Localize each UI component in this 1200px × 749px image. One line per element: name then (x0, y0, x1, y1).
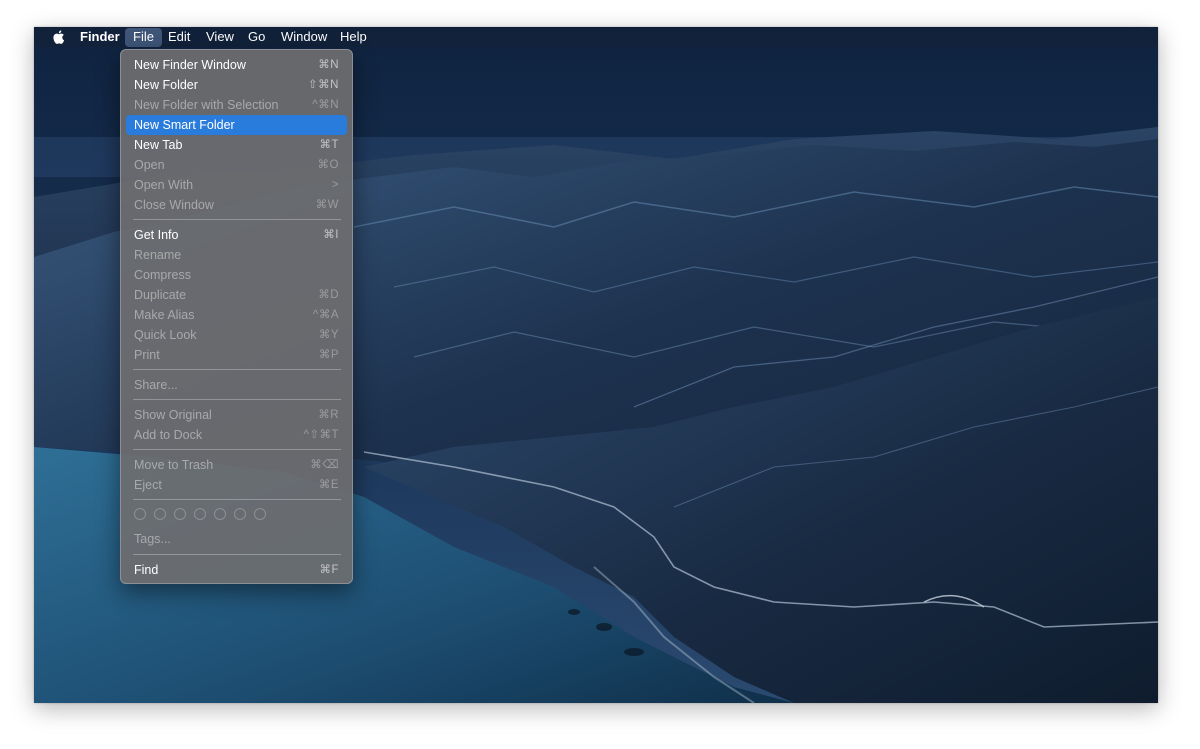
menu-separator (133, 219, 341, 220)
menu-item-shortcut: ⌘E (318, 479, 339, 491)
tag-color-dot-icon[interactable] (234, 508, 246, 520)
menu-item-label: Duplicate (134, 288, 187, 302)
menu-item-shortcut: ⌘⌫ (310, 459, 339, 471)
tag-color-dot-icon[interactable] (254, 508, 266, 520)
menu-item-shortcut: ^⌘N (312, 99, 339, 111)
menu-item-label: Quick Look (134, 328, 197, 342)
desktop-screen: Finder File Edit View Go Window Help New… (34, 27, 1158, 703)
menu-item-shortcut: ⌘O (317, 159, 339, 171)
tag-color-dot-icon[interactable] (174, 508, 186, 520)
menu-item-shortcut: ⌘P (318, 349, 339, 361)
menu-item-shortcut: ⌘N (318, 59, 339, 71)
tag-color-dot-icon[interactable] (154, 508, 166, 520)
menu-item-shortcut: ⌘T (319, 139, 339, 151)
menu-separator (133, 449, 341, 450)
menu-item-label: Close Window (134, 198, 214, 212)
menu-item-label: New Folder (134, 78, 198, 92)
menu-item-shortcut: ⌘F (319, 564, 339, 576)
menu-separator (133, 499, 341, 500)
menu-item-label: Rename (134, 248, 182, 262)
menu-item-new-finder-window[interactable]: New Finder Window ⌘N (126, 55, 347, 75)
menu-separator (133, 399, 341, 400)
menu-item-new-smart-folder[interactable]: New Smart Folder (126, 115, 347, 135)
menu-item-shortcut: ⌘Y (318, 329, 339, 341)
menu-item-label: New Smart Folder (134, 118, 235, 132)
menu-item-tags[interactable]: Tags... (126, 529, 347, 549)
menu-item-quick-look[interactable]: Quick Look ⌘Y (126, 325, 347, 345)
menu-item-label: Add to Dock (134, 428, 203, 442)
tag-color-picker (134, 508, 266, 524)
menu-item-find[interactable]: Find ⌘F (126, 560, 347, 580)
menu-item-label: New Finder Window (134, 58, 246, 72)
menu-item-shortcut: ⌘I (323, 229, 339, 241)
menu-bar: Finder File Edit View Go Window Help (34, 27, 1158, 47)
menu-edit[interactable]: Edit (160, 27, 198, 47)
menu-item-label: Move to Trash (134, 458, 214, 472)
submenu-chevron-icon: > (331, 179, 339, 191)
menu-window[interactable]: Window (273, 27, 335, 47)
menu-item-label: Print (134, 348, 160, 362)
menu-item-close-window[interactable]: Close Window ⌘W (126, 195, 347, 215)
menu-item-rename[interactable]: Rename (126, 245, 347, 265)
menu-item-shortcut: ^⇧⌘T (303, 429, 339, 441)
tag-color-dot-icon[interactable] (214, 508, 226, 520)
menu-item-print[interactable]: Print ⌘P (126, 345, 347, 365)
menu-item-label: Tags... (134, 532, 171, 546)
menu-item-move-to-trash[interactable]: Move to Trash ⌘⌫ (126, 455, 347, 475)
file-menu-dropdown: New Finder Window ⌘N New Folder ⇧⌘N New … (120, 49, 353, 584)
menu-item-new-folder[interactable]: New Folder ⇧⌘N (126, 75, 347, 95)
menu-item-label: Make Alias (134, 308, 195, 322)
menu-item-make-alias[interactable]: Make Alias ^⌘A (126, 305, 347, 325)
apple-logo-icon[interactable] (51, 29, 65, 45)
menu-item-show-original[interactable]: Show Original ⌘R (126, 405, 347, 425)
menu-separator (133, 554, 341, 555)
menu-item-shortcut: ⌘W (315, 199, 339, 211)
menu-finder[interactable]: Finder (72, 27, 128, 47)
menu-item-duplicate[interactable]: Duplicate ⌘D (126, 285, 347, 305)
menu-item-compress[interactable]: Compress (126, 265, 347, 285)
menu-separator (133, 369, 341, 370)
menu-item-label: Share... (134, 378, 178, 392)
menu-item-shortcut: ⌘R (318, 409, 339, 421)
tag-color-dot-icon[interactable] (134, 508, 146, 520)
menu-item-shortcut: ^⌘A (312, 309, 339, 321)
menu-item-get-info[interactable]: Get Info ⌘I (126, 225, 347, 245)
menu-item-label: Compress (134, 268, 191, 282)
menu-view[interactable]: View (198, 27, 242, 47)
menu-item-share[interactable]: Share... (126, 375, 347, 395)
menu-item-shortcut: ⌘D (318, 289, 339, 301)
menu-item-label: New Tab (134, 138, 183, 152)
menu-go[interactable]: Go (240, 27, 273, 47)
menu-item-label: Show Original (134, 408, 212, 422)
menu-item-label: Open With (134, 178, 194, 192)
menu-item-new-tab[interactable]: New Tab ⌘T (126, 135, 347, 155)
menu-item-label: Get Info (134, 228, 179, 242)
menu-item-shortcut: ⇧⌘N (308, 79, 339, 91)
menu-item-new-folder-with-selection[interactable]: New Folder with Selection ^⌘N (126, 95, 347, 115)
menu-item-label: Eject (134, 478, 162, 492)
menu-item-open[interactable]: Open ⌘O (126, 155, 347, 175)
tag-color-dot-icon[interactable] (194, 508, 206, 520)
menu-file[interactable]: File (125, 28, 162, 47)
menu-item-eject[interactable]: Eject ⌘E (126, 475, 347, 495)
menu-item-label: New Folder with Selection (134, 98, 279, 112)
menu-item-label: Open (134, 158, 165, 172)
menu-help[interactable]: Help (332, 27, 375, 47)
menu-item-label: Find (134, 563, 159, 577)
menu-item-add-to-dock[interactable]: Add to Dock ^⇧⌘T (126, 425, 347, 445)
menu-item-open-with[interactable]: Open With > (126, 175, 347, 195)
